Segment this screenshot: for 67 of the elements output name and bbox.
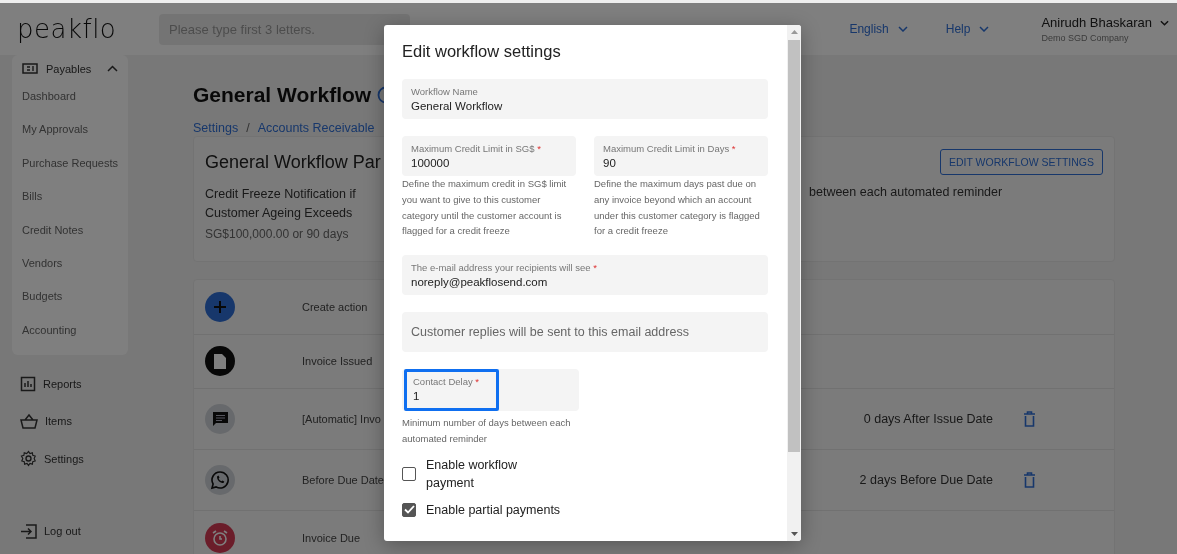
chevron-down-icon (979, 26, 990, 32)
bar-chart-icon (20, 375, 36, 392)
field-help-text: Minimum number of days between each automated reminder (402, 416, 572, 446)
plus-icon[interactable] (205, 291, 235, 322)
language-dropdown[interactable]: English (849, 22, 908, 36)
sidebar-item[interactable]: Dashboard (12, 80, 128, 114)
sidebar-item[interactable]: Items (12, 402, 128, 441)
help-dropdown[interactable]: Help (945, 22, 990, 36)
breadcrumb-link[interactable]: Settings (193, 121, 239, 135)
rule-value: SG$100,000.00 or 90 days (205, 227, 350, 241)
field-help-text: Define the maximum days past due on any invoice beyond which an account under this customer category is flagged for a credit freeze (594, 177, 761, 239)
peakflo-logo[interactable]: peakflo (17, 14, 159, 44)
checkbox-label[interactable]: Enable partial payments (426, 500, 566, 519)
checkbox[interactable] (402, 466, 416, 481)
contact-delay-field[interactable]: Contact Delay * 1 (404, 369, 499, 412)
document-icon[interactable] (205, 346, 235, 377)
logout-link[interactable]: Log out (12, 512, 128, 550)
rule-label: Credit Freeze Notification if Customer Ageing Exceeds (205, 186, 357, 222)
sidebar-item[interactable]: Budgets (12, 280, 128, 314)
action-timing: 2 days Before Due Date (859, 473, 993, 487)
breadcrumb-link[interactable]: Accounts Receivable (257, 121, 375, 135)
breadcrumb-separator: / (246, 121, 250, 135)
edit-workflow-settings-button[interactable]: EDIT WORKFLOW SETTINGS (939, 149, 1103, 175)
money-icon (22, 62, 38, 75)
field-help-text: Define the maximum credit in SG$ limit you want to give to this customer category until the customer account is flagged for a credit freeze (402, 177, 568, 239)
dialog-title: Edit workflow settings (402, 42, 562, 61)
sidebar-item[interactable]: Bills (12, 180, 128, 214)
workflow-name-field[interactable]: Workflow Name General Workflow (402, 79, 768, 119)
sidebar-item[interactable]: Accounting (12, 313, 128, 348)
credit-limit-field[interactable]: Maximum Credit Limit in SG$ * 100000 (402, 136, 576, 176)
chevron-down-icon[interactable] (1160, 19, 1169, 26)
scrollbar-thumb[interactable] (788, 40, 800, 452)
delete-icon[interactable] (1023, 472, 1036, 488)
delete-icon[interactable] (1023, 411, 1036, 427)
basket-icon (20, 413, 38, 430)
scrollbar[interactable] (787, 25, 801, 541)
action-label: Create action (302, 300, 369, 313)
logout-icon (20, 523, 37, 539)
settings-icon (20, 450, 37, 468)
delay-text: between each automated reminder (809, 185, 1003, 201)
sidebar-item[interactable]: Credit Notes (12, 213, 128, 247)
scroll-down-icon[interactable] (790, 532, 798, 536)
sidebar-item[interactable]: Purchase Requests (12, 146, 128, 181)
action-label: [Automatic] Invo (302, 413, 382, 425)
user-name[interactable]: Anirudh Bhaskaran (1041, 15, 1152, 30)
card-title: General Workflow Par (205, 151, 381, 173)
action-label: Invoice Issued (302, 355, 374, 368)
sidebar-item[interactable]: My Approvals (12, 113, 128, 147)
page-title: General Workflow (193, 83, 372, 107)
action-label: Before Due Date (302, 474, 385, 486)
scroll-up-icon[interactable] (790, 30, 798, 34)
credit-days-field[interactable]: Maximum Credit Limit in Days * 90 (594, 136, 768, 176)
whatsapp-icon[interactable] (205, 465, 235, 495)
alarm-clock-icon[interactable] (205, 522, 235, 553)
sidebar-item[interactable]: Vendors (12, 246, 128, 281)
action-label: Invoice Due (302, 531, 362, 544)
checkbox[interactable] (402, 502, 416, 517)
sidebar-item[interactable]: Settings (12, 440, 128, 478)
checkbox-label[interactable]: Enable workflow payment (426, 455, 566, 492)
company-name: Demo SGD Company (1041, 33, 1130, 43)
payables-menu[interactable]: Payables (12, 57, 128, 80)
sender-email-field[interactable]: The e-mail address your recipients will see * noreply@peakflosend.com (402, 255, 768, 296)
sidebar-item[interactable]: Reports (12, 365, 128, 403)
chat-icon[interactable] (205, 404, 235, 434)
action-timing: 0 days After Issue Date (863, 412, 993, 426)
reply-email-field[interactable]: Customer replies will be sent to this email address (402, 312, 768, 353)
chevron-down-icon (897, 26, 908, 32)
